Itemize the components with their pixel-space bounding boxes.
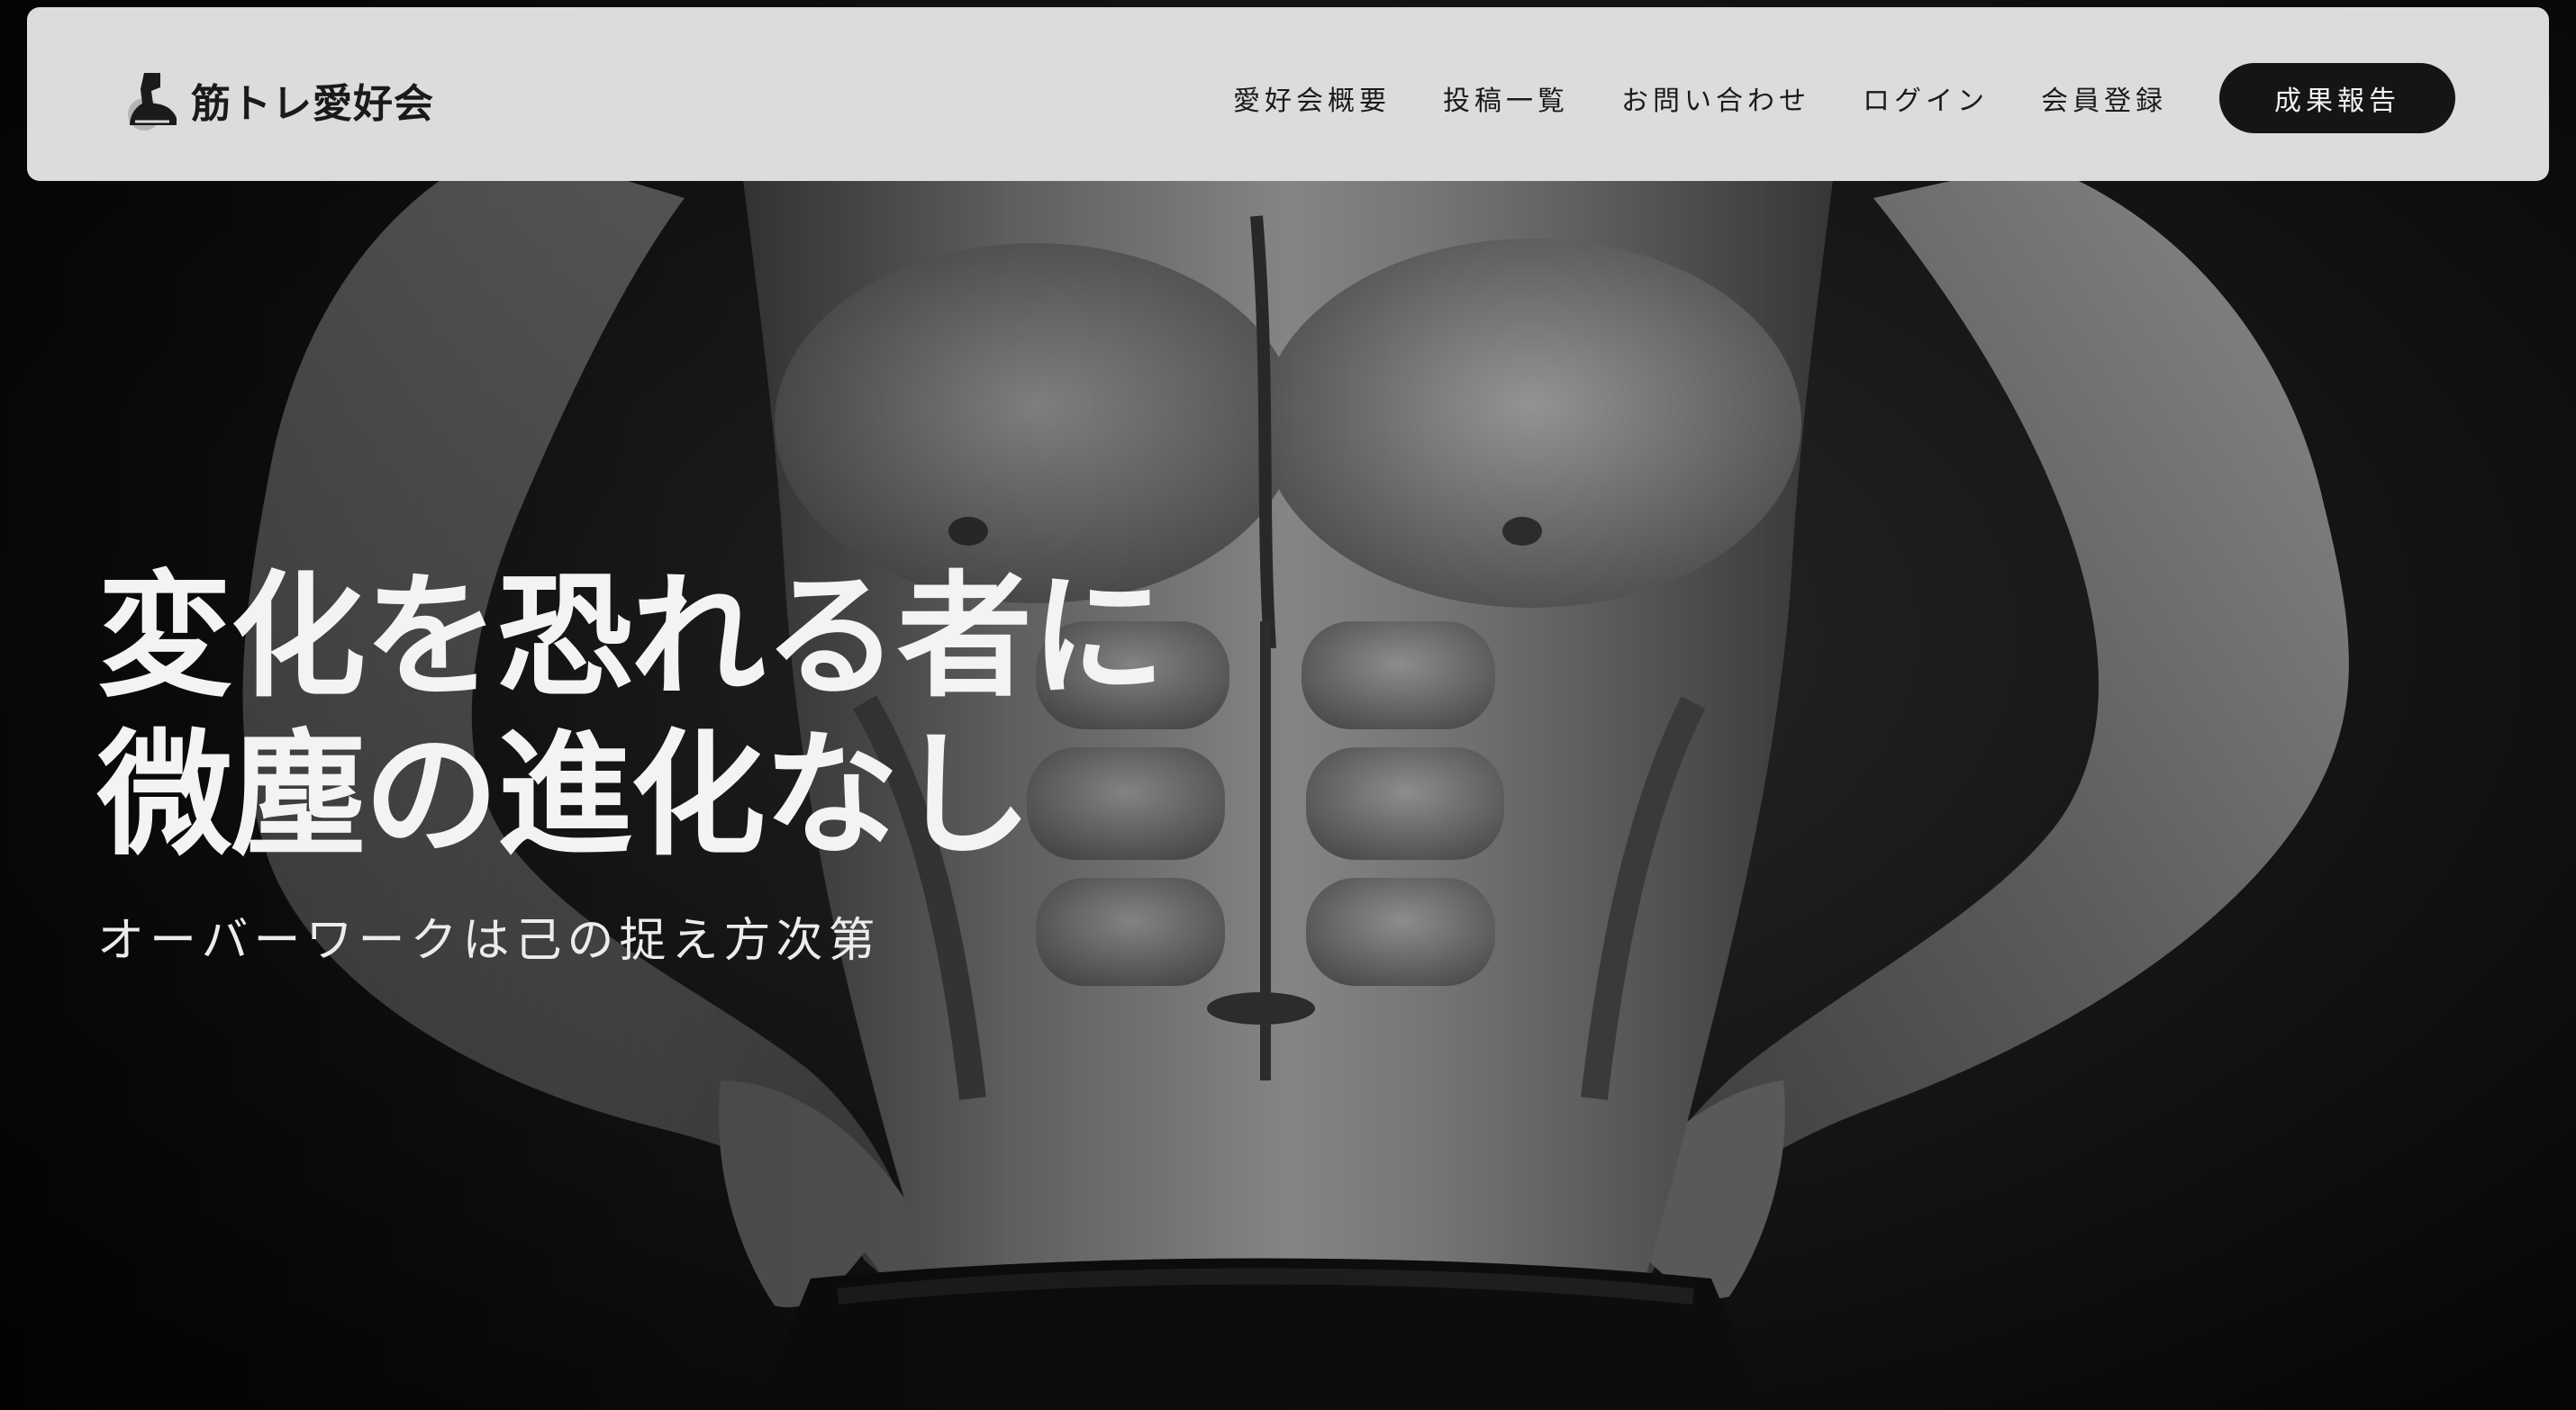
hero-subheading: オーバーワークは己の捉え方次第	[97, 914, 881, 968]
hero-heading-line-1: 変化を恐れる者に	[97, 559, 1166, 716]
main-nav: 愛好会概要 投稿一覧 お問い合わせ ログイン 会員登録 成果報告	[1233, 63, 2455, 133]
site-header: 筋トレ愛好会 愛好会概要 投稿一覧 お問い合わせ ログイン 会員登録 成果報告	[27, 7, 2549, 181]
landing-page: 筋トレ愛好会 愛好会概要 投稿一覧 お問い合わせ ログイン 会員登録 成果報告 …	[0, 0, 2576, 1410]
brand-name: 筋トレ愛好会	[191, 81, 434, 127]
brand-logo-link[interactable]: 筋トレ愛好会	[117, 67, 434, 133]
nav-item-posts[interactable]: 投稿一覧	[1443, 78, 1569, 118]
flexing-arm-icon	[128, 73, 177, 131]
hero-heading: 変化を恐れる者に 微塵の進化なし	[97, 558, 1448, 875]
nav-item-signup[interactable]: 会員登録	[2041, 78, 2167, 118]
hero-heading-line-2: 微塵の進化なし	[97, 718, 1032, 874]
hero-copy: 変化を恐れる者に 微塵の進化なし オーバーワークは己の捉え方次第	[97, 558, 1448, 970]
nav-item-login[interactable]: ログイン	[1863, 78, 1989, 118]
nav-item-contact[interactable]: お問い合わせ	[1621, 78, 1810, 118]
report-results-button[interactable]: 成果報告	[2219, 63, 2455, 133]
nav-item-about[interactable]: 愛好会概要	[1233, 78, 1391, 118]
